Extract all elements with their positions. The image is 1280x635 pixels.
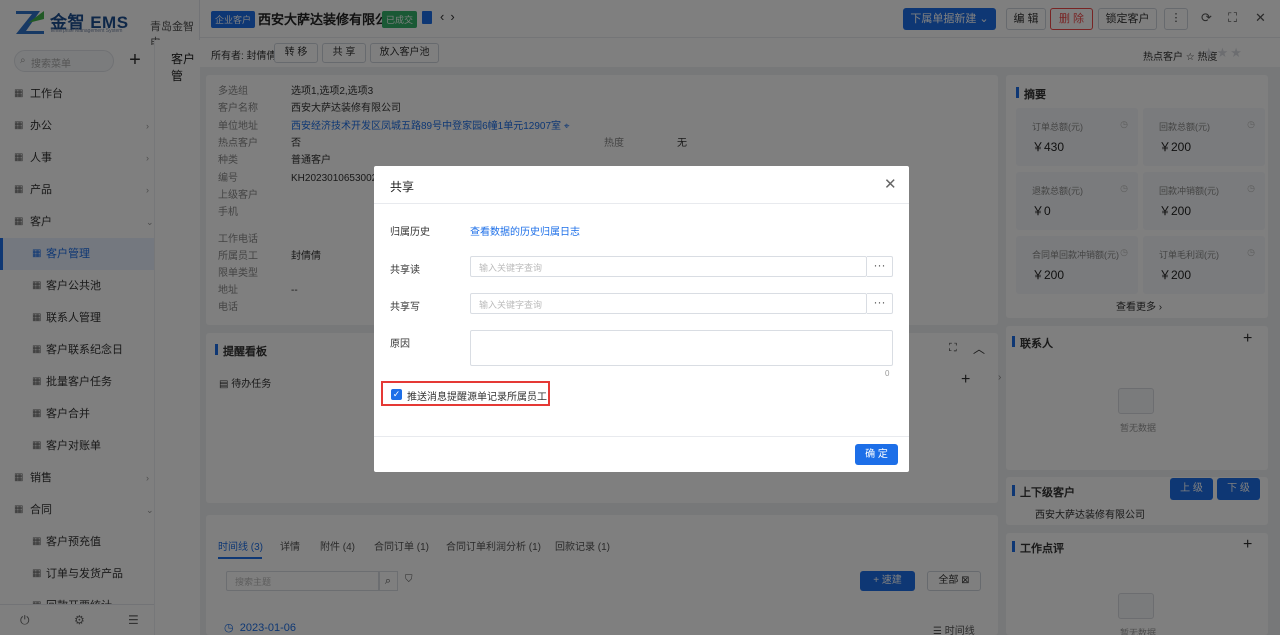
share-read-input[interactable]: 输入关键字查询 bbox=[470, 256, 867, 277]
share-write-label: 共享写 bbox=[390, 302, 420, 313]
reason-textarea[interactable] bbox=[470, 330, 893, 366]
notify-checkbox-highlight: ✓ 推送消息提醒源单记录所属员工 bbox=[381, 381, 550, 406]
divider bbox=[374, 436, 909, 437]
notify-checkbox[interactable]: ✓ bbox=[391, 389, 402, 400]
share-dialog: 共享 ✕ 归属历史 查看数据的历史归属日志 共享读 输入关键字查询 ··· 共享… bbox=[374, 166, 909, 472]
close-icon[interactable]: ✕ bbox=[884, 175, 897, 193]
share-write-more-button[interactable]: ··· bbox=[867, 293, 893, 314]
reason-label: 原因 bbox=[390, 339, 410, 350]
share-read-label: 共享读 bbox=[390, 265, 420, 276]
reason-char-count: 0 bbox=[885, 369, 890, 378]
confirm-button[interactable]: 确 定 bbox=[855, 444, 898, 465]
share-write-input[interactable]: 输入关键字查询 bbox=[470, 293, 867, 314]
share-read-more-button[interactable]: ··· bbox=[867, 256, 893, 277]
history-log-link[interactable]: 查看数据的历史归属日志 bbox=[470, 223, 580, 238]
notify-checkbox-label[interactable]: 推送消息提醒源单记录所属员工 bbox=[407, 388, 547, 403]
divider bbox=[374, 203, 909, 204]
dialog-title: 共享 bbox=[390, 180, 415, 194]
history-label: 归属历史 bbox=[390, 227, 430, 238]
